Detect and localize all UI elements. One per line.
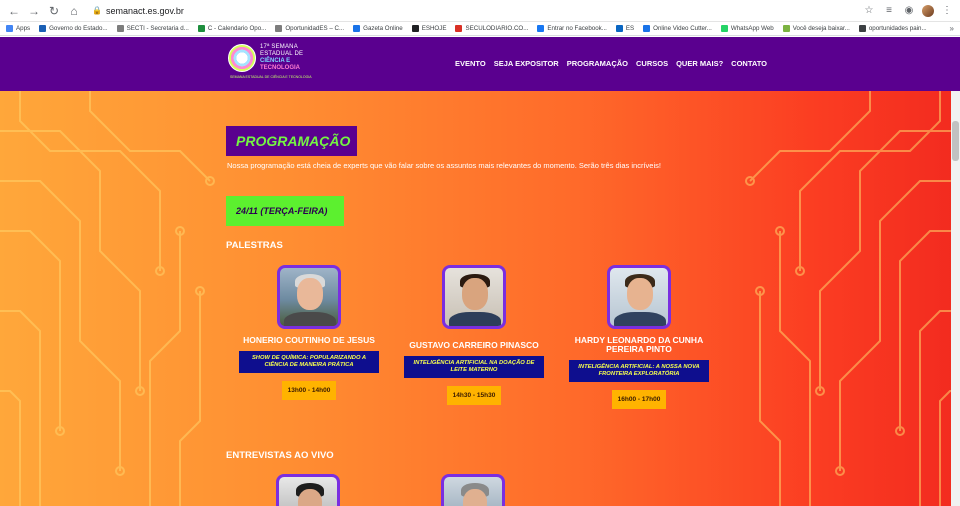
logo-line-3: CIÊNCIA E xyxy=(260,58,291,64)
apps-grid-icon xyxy=(6,25,13,32)
speaker-name: HONERIO COUTINHO DE JESUS xyxy=(243,335,375,345)
address-bar[interactable]: 🔒 semanact.es.gov.br xyxy=(86,2,862,20)
bookmark-item[interactable]: Você deseja baixar... xyxy=(782,25,850,32)
program-section: PROGRAMAÇÃO Nossa programação está cheia… xyxy=(0,91,960,506)
entrevistas-heading: ENTREVISTAS AO VIVO xyxy=(226,450,334,461)
forward-icon[interactable]: → xyxy=(26,3,42,19)
talk-time: 14h30 - 15h30 xyxy=(446,386,502,405)
bookmark-favicon-icon xyxy=(275,25,283,32)
talk-title: INTELIGÊNCIA ARTIFICIAL NA DOAÇÃO DE LEI… xyxy=(404,356,544,378)
bookmark-favicon-icon xyxy=(858,25,866,32)
profile-avatar[interactable] xyxy=(922,4,934,17)
bookmark-favicon-icon xyxy=(411,25,419,32)
speaker-photo xyxy=(607,265,671,329)
lock-icon: 🔒 xyxy=(92,6,102,15)
bookmark-favicon-icon xyxy=(615,25,623,32)
logo-line-4: TECNOLOGIA xyxy=(260,65,300,71)
circuit-decoration-left xyxy=(0,91,215,506)
bookmark-item[interactable]: Apps xyxy=(6,25,30,32)
bookmarks-bar: Apps Governo do Estado... SECTI - Secretar… xyxy=(0,22,960,36)
speaker-card: HARDY LEONARDO DA CUNHA PEREIRA PINTO IN… xyxy=(568,265,710,409)
bookmark-label: Você deseja baixar... xyxy=(792,25,850,32)
bookmark-item[interactable]: SECULODIARIO.CO... xyxy=(455,25,528,32)
bookmark-item[interactable]: OportunidadES – C... xyxy=(275,25,344,32)
speaker-name: HARDY LEONARDO DA CUNHA PEREIRA PINTO xyxy=(574,335,704,354)
menu-seja-expositor[interactable]: SEJA EXPOSITOR xyxy=(494,59,559,68)
speaker-card: GUSTAVO CARREIRO PINASCO INTELIGÊNCIA AR… xyxy=(403,265,545,405)
talk-title: SHOW DE QUÍMICA: POPULARIZANDO A CIÊNCIA… xyxy=(239,351,379,373)
bookmarks-overflow-icon[interactable]: » xyxy=(950,24,954,33)
speaker-photo xyxy=(442,265,506,329)
talk-time: 16h00 - 17h00 xyxy=(611,390,667,409)
bookmark-label: oportunidades pain... xyxy=(868,25,927,32)
bookmark-item[interactable]: WhatsApp Web xyxy=(720,25,774,32)
bookmark-label: Apps xyxy=(16,25,31,32)
menu-contato[interactable]: CONTATO xyxy=(731,59,767,68)
bookmark-label: Entrar no Facebook... xyxy=(547,25,607,32)
speaker-photo xyxy=(277,265,341,329)
bookmark-label: Gazeta Online xyxy=(363,25,403,32)
bookmark-label: OportunidadES – C... xyxy=(285,25,345,32)
home-icon[interactable]: ⌂ xyxy=(66,3,82,19)
bookmark-item[interactable]: Entrar no Facebook... xyxy=(537,25,607,32)
bookmark-favicon-icon xyxy=(39,25,47,32)
menu-evento[interactable]: EVENTO xyxy=(455,59,486,68)
logo-emblem xyxy=(228,44,256,72)
intro-text: Nossa programação está cheia de experts … xyxy=(227,161,661,170)
circuit-decoration-right xyxy=(745,91,960,506)
bookmark-label: SECTI - Secretaria d... xyxy=(126,25,189,32)
extension-icon[interactable]: ◉ xyxy=(902,4,916,18)
bookmark-favicon-icon xyxy=(116,25,124,32)
menu-quer-mais[interactable]: QUER MAIS? xyxy=(676,59,723,68)
bookmark-label: ES xyxy=(625,25,635,32)
bookmark-favicon-icon xyxy=(720,25,728,32)
bookmark-item[interactable]: Gazeta Online xyxy=(353,25,403,32)
bookmark-item[interactable]: ESHOJE xyxy=(411,25,447,32)
bookmark-item[interactable]: Governo do Estado... xyxy=(39,25,108,32)
talk-time: 13h00 - 14h00 xyxy=(281,381,337,400)
site-header: 17ª SEMANA ESTADUAL DE CIÊNCIA E TECNOLO… xyxy=(0,37,960,91)
bookmark-item[interactable]: oportunidades pain... xyxy=(858,25,927,32)
bookmark-item[interactable]: Online Video Cutter... xyxy=(643,25,712,32)
bookmark-label: Online Video Cutter... xyxy=(653,25,712,32)
scrollbar-thumb[interactable] xyxy=(952,121,959,161)
talk-title: INTELIGÊNCIA ARTIFICIAL: A NOSSA NOVA FR… xyxy=(569,360,709,382)
bookmark-favicon-icon xyxy=(455,25,463,32)
bookmark-item[interactable]: C - Calendario Opo... xyxy=(197,25,267,32)
playlist-icon[interactable]: ≡ xyxy=(882,4,896,18)
bookmark-label: Governo do Estado... xyxy=(49,25,108,32)
speaker-name: GUSTAVO CARREIRO PINASCO xyxy=(409,340,539,350)
site-logo[interactable]: 17ª SEMANA ESTADUAL DE CIÊNCIA E TECNOLO… xyxy=(228,44,303,72)
menu-dots-icon[interactable]: ⋮ xyxy=(940,4,954,18)
day-badge: 24/11 (TERÇA-FEIRA) xyxy=(226,196,344,226)
bookmark-label: SECULODIARIO.CO... xyxy=(465,25,529,32)
bookmark-favicon-icon xyxy=(643,25,651,32)
speaker-card: HONERIO COUTINHO DE JESUS SHOW DE QUÍMIC… xyxy=(238,265,380,400)
palestras-heading: PALESTRAS xyxy=(226,240,283,251)
bookmark-label: ESHOJE xyxy=(421,25,447,32)
interview-photo xyxy=(276,474,340,506)
logo-subtitle: SEMANA ESTADUAL DE CIÊNCIA E TECNOLOGIA xyxy=(230,75,312,79)
menu-programacao[interactable]: PROGRAMAÇÃO xyxy=(567,59,628,68)
browser-toolbar: ← → ↻ ⌂ 🔒 semanact.es.gov.br ☆ ≡ ◉ ⋮ xyxy=(0,0,960,22)
logo-line-1: 17ª SEMANA xyxy=(260,44,298,50)
page-title: PROGRAMAÇÃO xyxy=(226,126,357,156)
bookmark-favicon-icon xyxy=(353,25,361,32)
reload-icon[interactable]: ↻ xyxy=(46,3,62,19)
main-menu: EVENTO SEJA EXPOSITOR PROGRAMAÇÃO CURSOS… xyxy=(455,59,767,68)
url-text: semanact.es.gov.br xyxy=(106,5,184,16)
back-icon[interactable]: ← xyxy=(6,3,22,19)
bookmark-favicon-icon xyxy=(782,25,790,32)
logo-line-2: ESTADUAL DE xyxy=(260,51,304,57)
star-icon[interactable]: ☆ xyxy=(862,4,876,18)
bookmark-favicon-icon xyxy=(197,25,205,32)
interview-photo xyxy=(441,474,505,506)
bookmark-favicon-icon xyxy=(537,25,545,32)
bookmark-label: C - Calendario Opo... xyxy=(207,25,267,32)
bookmark-label: WhatsApp Web xyxy=(730,25,774,32)
bookmark-item[interactable]: ES xyxy=(615,25,635,32)
menu-cursos[interactable]: CURSOS xyxy=(636,59,668,68)
bookmark-item[interactable]: SECTI - Secretaria d... xyxy=(116,25,189,32)
